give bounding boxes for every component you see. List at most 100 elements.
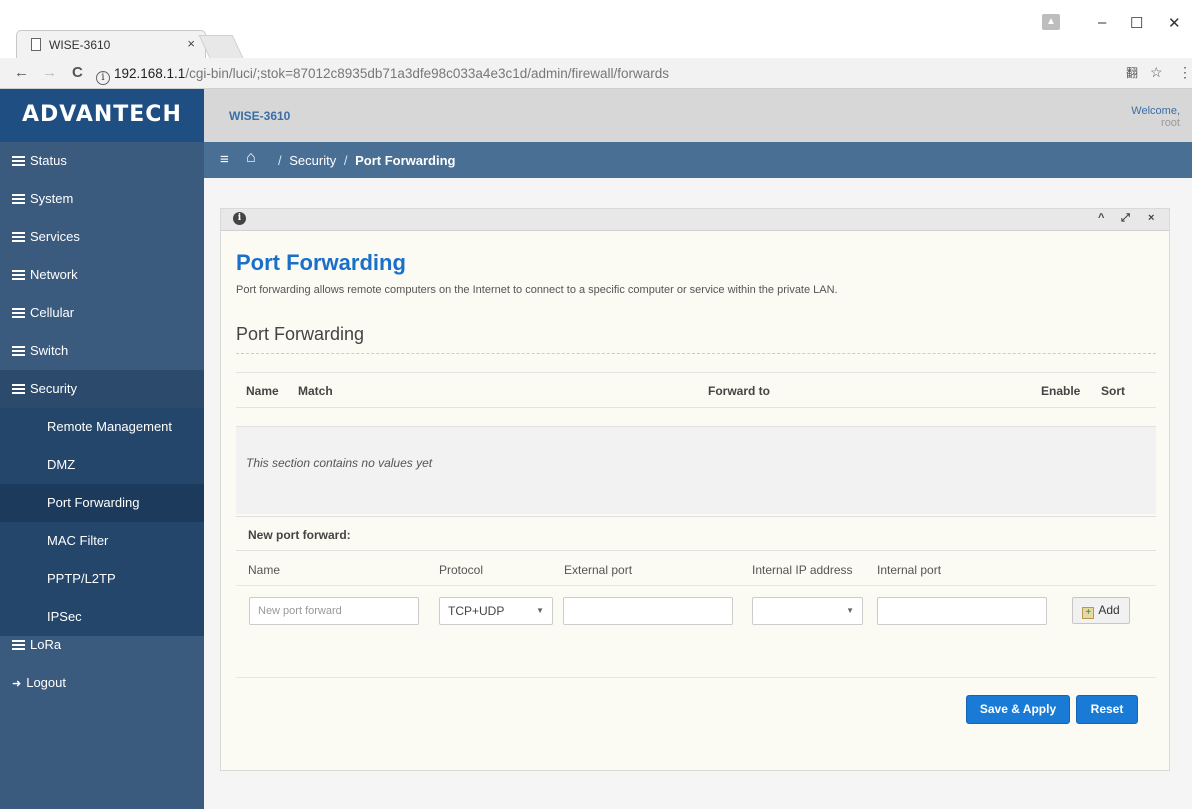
page-title: Port Forwarding (236, 250, 406, 275)
sidebar-item-services[interactable]: Services (0, 218, 204, 256)
protocol-select[interactable]: TCP+UDP ▼ (439, 597, 553, 625)
logout-icon: ➜ (12, 678, 22, 690)
sidebar-item-logout[interactable]: ➜ Logout (0, 664, 204, 702)
panel-header: i ^ ⤢ × (221, 209, 1169, 231)
sidebar-subitem-port-forwarding[interactable]: Port Forwarding (0, 484, 204, 522)
internal-port-input[interactable] (877, 597, 1047, 625)
sidebar-item-switch[interactable]: Switch (0, 332, 204, 370)
address-bar: ← → C i 192.168.1.1/cgi-bin/luci/;stok=87… (0, 58, 1192, 89)
welcome-user: Welcome, root (1131, 105, 1180, 129)
content-area: i ^ ⤢ × Port Forwarding Port forwarding … (204, 178, 1192, 809)
add-button[interactable]: + Add (1072, 597, 1130, 624)
sidebar-subitem-dmz[interactable]: DMZ (0, 446, 204, 484)
breadcrumb-current: Port Forwarding (355, 153, 456, 168)
home-icon[interactable]: ⌂ (246, 149, 256, 167)
column-header-forward-to: Forward to (708, 384, 770, 398)
sidebar-item-label: Services (30, 229, 80, 244)
minimize-icon[interactable]: – (1098, 14, 1106, 31)
url-path: /cgi-bin/luci/;stok=87012c8935db71a3dfe9… (185, 66, 670, 81)
list-icon (12, 232, 25, 242)
tab-title: WISE-3610 (49, 38, 111, 52)
new-port-forward-label: New port forward: (248, 528, 351, 542)
user-profile-icon[interactable]: ▲ (1042, 14, 1060, 30)
site-info-icon[interactable]: i (96, 71, 110, 85)
page-description: Port forwarding allows remote computers … (236, 284, 838, 296)
welcome-text: Welcome, (1131, 105, 1180, 117)
sidebar-item-label: Security (30, 381, 77, 396)
browser-titlebar: WISE-3610 × ▲ – ☐ ✕ (0, 0, 1192, 58)
device-name: WISE-3610 (229, 109, 291, 123)
divider (236, 585, 1156, 586)
sidebar-subitem-remote-management[interactable]: Remote Management (0, 408, 204, 446)
list-icon (12, 308, 25, 318)
sidebar-item-system[interactable]: System (0, 180, 204, 218)
url-host: 192.168.1.1 (114, 66, 186, 81)
empty-section: This section contains no values yet (236, 426, 1156, 514)
close-window-icon[interactable]: ✕ (1168, 14, 1181, 32)
tab-close-icon[interactable]: × (187, 36, 195, 51)
breadcrumb-separator: / (278, 153, 282, 168)
column-header-sort: Sort (1101, 384, 1125, 398)
bookmark-star-icon[interactable]: ☆ (1150, 64, 1163, 81)
dropdown-arrow-icon: ▼ (846, 606, 854, 615)
sidebar: Status System Services Network Cellular … (0, 142, 204, 809)
protocol-value: TCP+UDP (448, 604, 505, 618)
sidebar-item-label: Switch (30, 343, 69, 358)
port-forwarding-panel: i ^ ⤢ × Port Forwarding Port forwarding … (220, 208, 1170, 771)
add-icon: + (1082, 607, 1095, 619)
section-title: Port Forwarding (236, 324, 1156, 354)
table-header: Name Match Forward to Enable Sort (236, 372, 1156, 408)
internal-ip-select[interactable]: ▼ (752, 597, 863, 625)
breadcrumb-security[interactable]: Security (289, 153, 336, 168)
sidebar-item-label: Status (30, 153, 67, 168)
new-column-external-port: External port (564, 563, 633, 577)
username: root (1161, 117, 1180, 129)
port-forward-name-input[interactable]: New port forward (249, 597, 419, 625)
browser-tab[interactable]: WISE-3610 × (16, 30, 206, 58)
translate-icon[interactable]: 翻 (1126, 64, 1138, 81)
sidebar-item-lora[interactable]: LoRa (0, 626, 204, 664)
sidebar-item-status[interactable]: Status (0, 142, 204, 180)
new-column-internal-port: Internal port (877, 563, 942, 577)
url-field[interactable]: i 192.168.1.1/cgi-bin/luci/;stok=87012c89… (96, 63, 1096, 85)
list-icon (12, 640, 25, 650)
breadcrumb-path: / Security / Port Forwarding (274, 153, 455, 168)
breadcrumb: ≡ ⌂ / Security / Port Forwarding (204, 142, 1192, 178)
new-column-internal-ip: Internal IP address (752, 563, 853, 577)
new-column-protocol: Protocol (439, 563, 484, 577)
reset-button[interactable]: Reset (1076, 695, 1138, 724)
back-icon[interactable]: ← (14, 64, 29, 81)
list-icon (12, 156, 25, 166)
reload-icon[interactable]: C (72, 64, 83, 81)
column-header-match: Match (298, 384, 333, 398)
empty-message: This section contains no values yet (246, 456, 433, 470)
maximize-icon[interactable]: ☐ (1130, 14, 1143, 32)
sidebar-subitem-pptp-l2tp[interactable]: PPTP/L2TP (0, 560, 204, 598)
list-icon (12, 194, 25, 204)
page-icon (31, 38, 41, 51)
breadcrumb-separator: / (343, 153, 348, 168)
list-icon (12, 270, 25, 280)
divider (236, 677, 1156, 678)
sidebar-item-label: Logout (26, 675, 66, 690)
sidebar-item-label: Cellular (30, 305, 75, 320)
menu-toggle-icon[interactable]: ≡ (220, 151, 229, 168)
browser-menu-icon[interactable]: ⋮ (1178, 64, 1192, 81)
save-apply-button[interactable]: Save & Apply (966, 695, 1070, 724)
dropdown-arrow-icon: ▼ (536, 606, 544, 615)
list-icon (12, 346, 25, 356)
sidebar-subitem-mac-filter[interactable]: MAC Filter (0, 522, 204, 560)
sidebar-item-label: Network (30, 267, 78, 282)
close-panel-icon[interactable]: × (1148, 212, 1154, 224)
external-port-input[interactable] (563, 597, 733, 625)
add-button-label: Add (1098, 603, 1120, 617)
logo-area: ADVANTECH (0, 89, 204, 142)
column-header-enable: Enable (1041, 384, 1081, 398)
sidebar-item-network[interactable]: Network (0, 256, 204, 294)
sidebar-item-cellular[interactable]: Cellular (0, 294, 204, 332)
info-icon[interactable]: i (233, 212, 246, 225)
expand-icon[interactable]: ⤢ (1121, 212, 1130, 225)
collapse-icon[interactable]: ^ (1098, 212, 1104, 224)
forward-icon[interactable]: → (42, 64, 57, 81)
sidebar-item-security[interactable]: Security (0, 370, 204, 408)
